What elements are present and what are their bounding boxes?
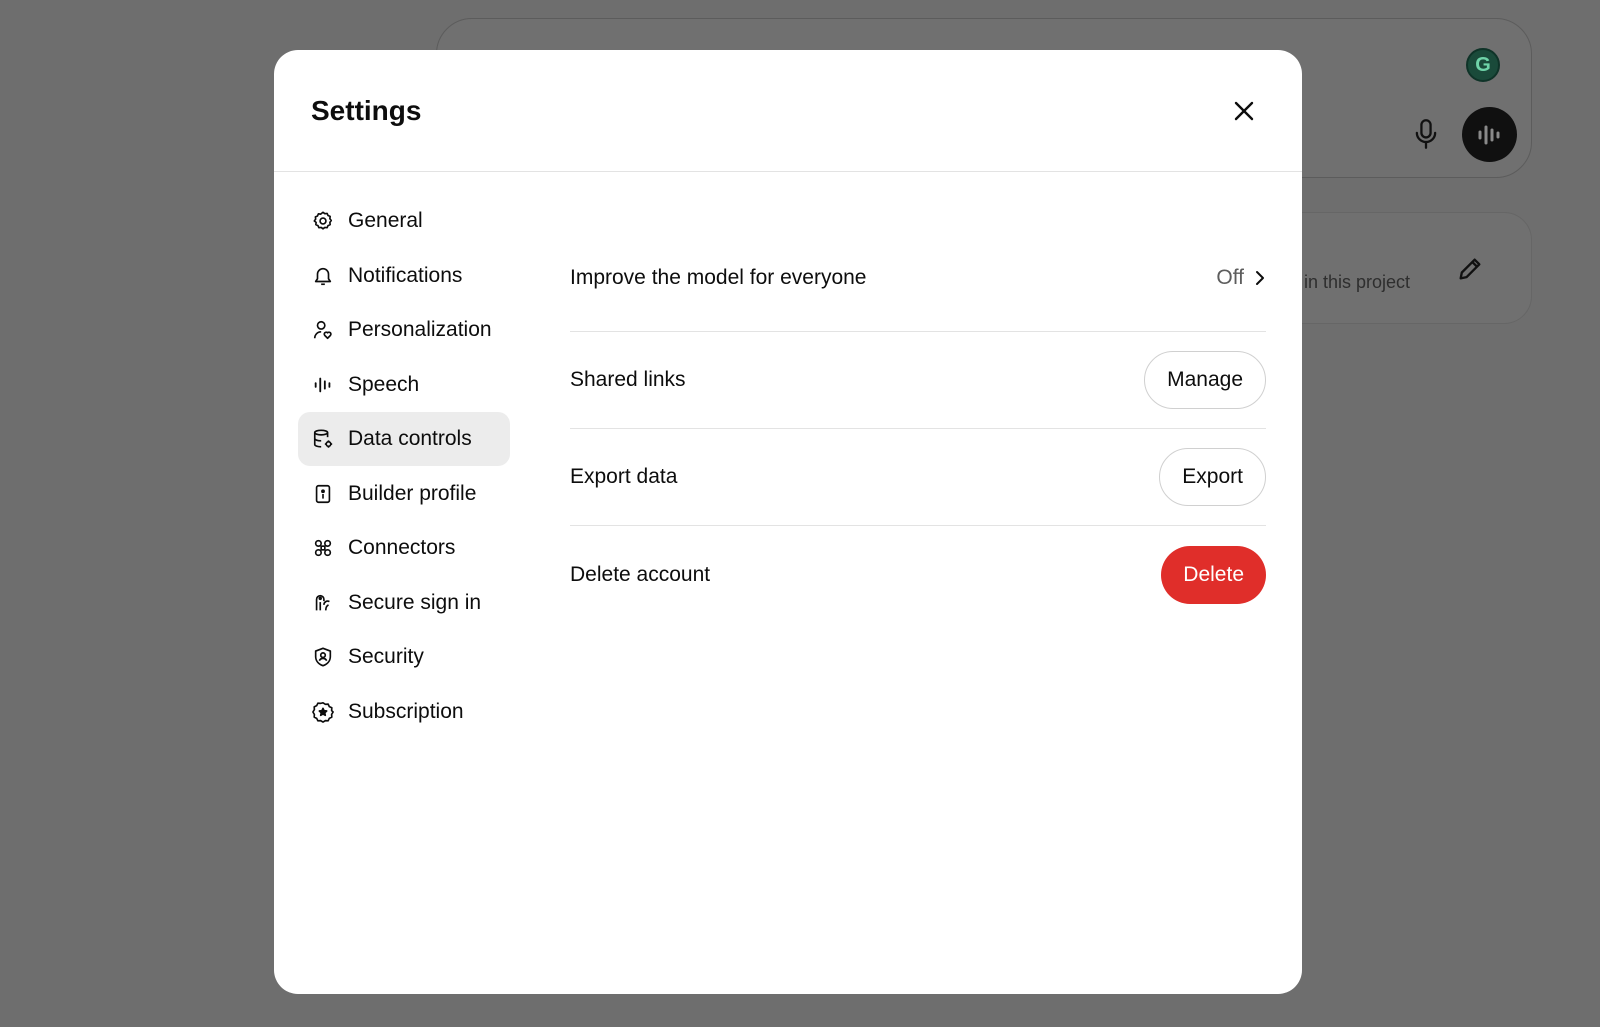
chevron-right-icon bbox=[1256, 270, 1264, 285]
project-hint-text: in this project bbox=[1304, 272, 1411, 292]
sidebar-item-speech[interactable]: Speech bbox=[298, 358, 510, 412]
sidebar-item-connectors[interactable]: Connectors bbox=[298, 521, 510, 575]
database-gear-icon bbox=[311, 427, 335, 451]
delete-account-label: Delete account bbox=[570, 562, 711, 586]
shared-links-label: Shared links bbox=[570, 368, 686, 391]
waveform-icon bbox=[311, 373, 335, 397]
improve-model-toggle[interactable]: Off bbox=[1216, 266, 1266, 290]
gear-icon bbox=[311, 209, 335, 233]
pencil-icon bbox=[1459, 258, 1481, 280]
sidebar-item-label: Notifications bbox=[348, 263, 463, 287]
close-button[interactable] bbox=[1224, 91, 1264, 131]
modal-header: Settings bbox=[274, 50, 1302, 172]
export-data-button[interactable]: Export bbox=[1159, 448, 1266, 506]
badge-star-icon bbox=[311, 700, 335, 724]
delete-account-button[interactable]: Delete bbox=[1161, 545, 1266, 604]
grammarly-icon: G bbox=[1466, 48, 1500, 82]
passkey-icon bbox=[311, 591, 335, 615]
sidebar-item-subscription[interactable]: Subscription bbox=[298, 685, 510, 739]
person-heart-icon bbox=[311, 318, 335, 342]
improve-model-row: Improve the model for everyone Off bbox=[570, 224, 1266, 332]
command-icon bbox=[311, 536, 335, 560]
sidebar-item-label: Connectors bbox=[348, 536, 456, 559]
close-icon bbox=[1234, 101, 1254, 120]
sidebar-item-security[interactable]: Security bbox=[298, 630, 510, 684]
bell-icon bbox=[311, 264, 335, 288]
sidebar-item-label: Builder profile bbox=[348, 481, 477, 505]
id-card-icon bbox=[311, 482, 335, 506]
waveform-icon bbox=[1478, 125, 1499, 144]
sidebar-item-label: Speech bbox=[348, 372, 420, 396]
sidebar-item-builder-profile[interactable]: Builder profile bbox=[298, 467, 510, 521]
shared-links-row: Shared links Manage bbox=[570, 332, 1266, 429]
sidebar-item-label: Personalization bbox=[348, 318, 492, 341]
data-controls-panel: Improve the model for everyone Off Share… bbox=[570, 224, 1266, 623]
modal-title: Settings bbox=[311, 94, 422, 126]
microphone-icon bbox=[1415, 119, 1437, 149]
delete-account-row: Delete account Delete bbox=[570, 526, 1266, 623]
shield-user-icon bbox=[311, 645, 335, 669]
sidebar-item-personalization[interactable]: Personalization bbox=[298, 303, 510, 357]
sidebar-item-data-controls[interactable]: Data controls bbox=[298, 412, 510, 466]
voice-mode-button bbox=[1462, 107, 1517, 162]
sidebar-item-notifications[interactable]: Notifications bbox=[298, 249, 510, 303]
improve-model-label: Improve the model for everyone bbox=[570, 265, 867, 289]
improve-model-value: Off bbox=[1216, 265, 1244, 289]
sidebar-item-label: Data controls bbox=[348, 427, 472, 450]
sidebar-item-label: General bbox=[348, 209, 423, 232]
settings-sidebar: General Notifications Personalization Sp… bbox=[298, 194, 510, 739]
sidebar-item-secure-sign-in[interactable]: Secure sign in bbox=[298, 576, 510, 630]
sidebar-item-label: Security bbox=[348, 645, 424, 668]
export-data-row: Export data Export bbox=[570, 429, 1266, 526]
sidebar-item-label: Secure sign in bbox=[348, 590, 482, 614]
manage-shared-links-button[interactable]: Manage bbox=[1144, 351, 1266, 409]
settings-modal: Settings General Notifications Personali… bbox=[274, 50, 1302, 994]
export-data-label: Export data bbox=[570, 465, 678, 488]
sidebar-item-label: Subscription bbox=[348, 699, 464, 723]
sidebar-item-general[interactable]: General bbox=[298, 194, 510, 248]
